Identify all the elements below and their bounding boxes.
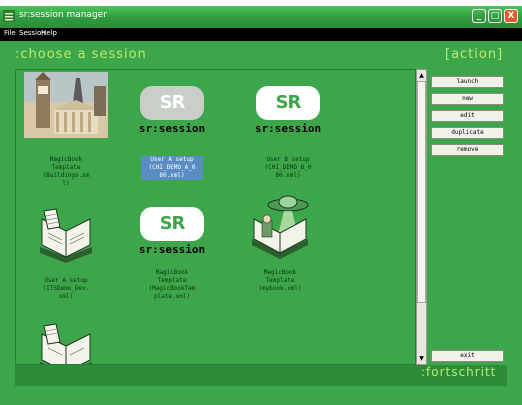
window-title: sr:session manager xyxy=(19,10,107,20)
session-tile[interactable]: User A setup (ITSDemo_Dev. xml) xyxy=(20,207,112,307)
session-tile[interactable]: SR sr:session MagicBook Template (MagicB… xyxy=(126,207,218,307)
scroll-down-arrow[interactable]: ▼ xyxy=(418,354,425,363)
remove-button[interactable]: remove xyxy=(431,144,504,156)
sr-session-logo: SR sr:session xyxy=(132,207,212,257)
session-caption: MagicBook Template (Buildings.xm l) xyxy=(42,156,90,187)
open-book-icon xyxy=(40,323,92,364)
scroll-thumb[interactable] xyxy=(417,81,426,303)
maximize-button[interactable]: □ xyxy=(488,9,502,23)
sr-session-logo: SR sr:session xyxy=(132,86,212,136)
edit-button[interactable]: edit xyxy=(431,110,504,122)
photo-collage-icon xyxy=(24,72,108,138)
sr-session-logo: SR sr:session xyxy=(248,86,328,136)
app-window: sr:session manager _ □ X File Session He… xyxy=(0,6,522,405)
menu-help[interactable]: Help xyxy=(41,29,57,37)
footer-heading: :fortschritt xyxy=(421,365,497,379)
session-list[interactable]: MagicBook Template (Buildings.xm l) SR s… xyxy=(15,69,416,365)
title-bar[interactable]: sr:session manager _ □ X xyxy=(0,6,522,28)
session-list-scrollbar[interactable]: ▲ ▼ xyxy=(416,69,427,365)
session-tile[interactable]: SR sr:session User A setup (CHI_DEMO_A_0… xyxy=(126,72,218,180)
duplicate-button[interactable]: duplicate xyxy=(431,127,504,139)
session-caption: User B setup (CHI_DEMO_B_0 80.xml) xyxy=(264,156,312,179)
menu-bar: File Session Help xyxy=(0,28,522,41)
open-book-icon xyxy=(40,208,92,263)
choose-session-heading: :choose a session xyxy=(15,47,147,62)
exit-button[interactable]: exit xyxy=(431,350,504,362)
session-tile[interactable]: SR sr:session User B setup (CHI_DEMO_B_0… xyxy=(242,72,334,179)
new-button[interactable]: new xyxy=(431,93,504,105)
menu-file[interactable]: File xyxy=(4,29,16,37)
session-caption: User A setup (CHI_DEMO_A_0 80.xml) xyxy=(141,156,203,180)
session-tile[interactable]: MagicBook Template (Buildings.xm l) xyxy=(20,72,112,187)
scroll-up-arrow[interactable]: ▲ xyxy=(418,71,425,80)
book-ufo-icon xyxy=(252,195,309,259)
session-caption: MagicBook Template (mybook.xml) xyxy=(258,269,302,292)
app-icon xyxy=(3,10,15,22)
session-tile[interactable]: MagicBook Template (mybook.xml) xyxy=(234,195,326,307)
action-panel: launch new edit duplicate remove exit xyxy=(427,69,507,365)
session-tile[interactable] xyxy=(20,322,112,364)
minimize-button[interactable]: _ xyxy=(472,9,486,23)
close-button[interactable]: X xyxy=(504,9,518,23)
action-heading: [action] xyxy=(445,47,504,62)
launch-button[interactable]: launch xyxy=(431,76,504,88)
session-caption: User A setup (ITSDemo_Dev. xml) xyxy=(42,277,90,300)
session-caption: MagicBook Template (MagicBookTem plate.x… xyxy=(148,269,196,300)
